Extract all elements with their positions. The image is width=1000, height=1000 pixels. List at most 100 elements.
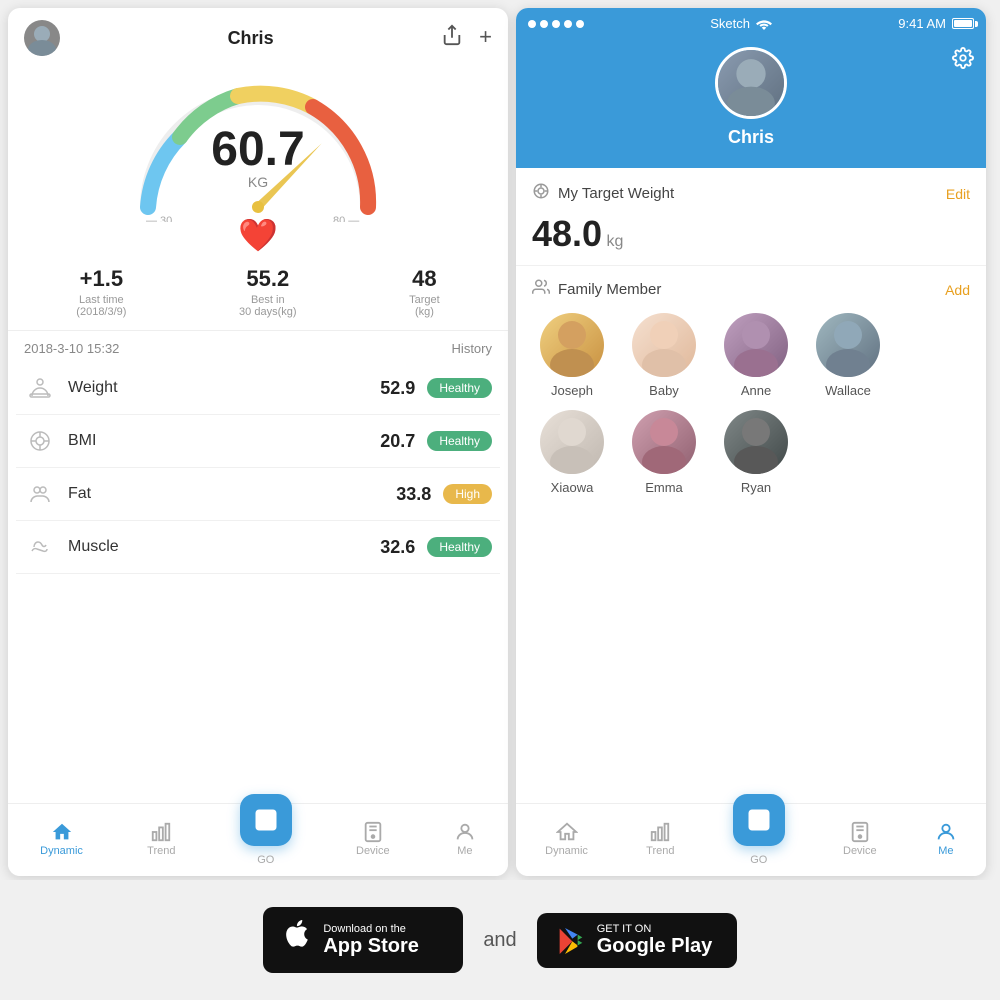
and-text: and: [463, 929, 536, 952]
nav-dynamic[interactable]: Dynamic: [40, 821, 83, 857]
signal-dot-1: [528, 20, 536, 28]
share-icon[interactable]: [441, 24, 463, 52]
stat-best: 55.2 Best in30 days(kg): [239, 266, 296, 318]
signal-dot-4: [564, 20, 572, 28]
nav-me[interactable]: Me: [454, 821, 476, 857]
nav-r-dynamic-label: Dynamic: [545, 845, 588, 857]
profile-avatar: [715, 47, 787, 119]
target-header: My Target Weight Edit: [532, 182, 970, 205]
family-member-joseph[interactable]: Joseph: [532, 313, 612, 398]
member-name-wallace: Wallace: [825, 383, 871, 398]
edit-button[interactable]: Edit: [946, 186, 970, 202]
battery-fill: [954, 20, 972, 27]
stat-target-label: Target(kg): [409, 294, 440, 318]
profile-avatar-image: [718, 50, 784, 116]
family-member-wallace[interactable]: Wallace: [808, 313, 888, 398]
go-button-right[interactable]: [733, 794, 785, 846]
google-play-button[interactable]: GET IT ON Google Play: [537, 913, 737, 968]
target-icon: [532, 182, 550, 205]
family-header: Family Member Add: [532, 278, 970, 301]
stat-last-label: Last time(2018/3/9): [76, 294, 126, 318]
app-store-text: Download on the App Store: [323, 923, 419, 958]
nav-device[interactable]: Device: [356, 821, 390, 857]
svg-text:— 30: — 30: [146, 215, 172, 222]
bmi-label: BMI: [68, 432, 380, 450]
nav-r-trend-label: Trend: [646, 845, 674, 857]
network-label: Sketch: [710, 16, 750, 31]
go-button[interactable]: [240, 794, 292, 846]
app-store-button[interactable]: Download on the App Store: [263, 907, 463, 973]
profile-name: Chris: [728, 127, 774, 148]
app-store-top: Download on the: [323, 923, 419, 935]
target-title-row: My Target Weight: [532, 182, 674, 205]
nav-r-dynamic[interactable]: Dynamic: [545, 821, 588, 857]
member-name-anne: Anne: [741, 383, 771, 398]
member-avatar-baby: [632, 313, 696, 377]
status-time: 9:41 AM: [898, 16, 946, 31]
stat-best-value: 55.2: [239, 266, 296, 292]
nav-go[interactable]: GO: [240, 812, 292, 866]
profile-header: Chris: [516, 35, 986, 168]
phones-row: Chris +: [0, 0, 1000, 880]
weight-unit: KG: [248, 174, 268, 190]
nav-me-label: Me: [457, 845, 472, 857]
family-member-baby[interactable]: Baby: [624, 313, 704, 398]
target-weight-title: My Target Weight: [558, 185, 674, 202]
family-member-ryan[interactable]: Ryan: [716, 410, 796, 495]
family-grid: Joseph Baby Anne: [532, 313, 970, 495]
battery-icon: [952, 18, 974, 29]
avatar: [24, 20, 60, 56]
stat-best-label: Best in30 days(kg): [239, 294, 296, 318]
fat-label: Fat: [68, 485, 396, 503]
nav-r-go-label: GO: [750, 854, 767, 866]
member-avatar-emma: [632, 410, 696, 474]
target-unit: kg: [607, 233, 624, 250]
add-icon[interactable]: +: [479, 24, 492, 52]
app-store-row: Download on the App Store and GET IT ON …: [0, 880, 1000, 1000]
nav-trend-label: Trend: [147, 845, 175, 857]
family-member-xiaowa[interactable]: Xiaowa: [532, 410, 612, 495]
nav-r-me[interactable]: Me: [935, 821, 957, 857]
bmi-badge: Healthy: [427, 431, 492, 451]
muscle-value: 32.6: [380, 537, 415, 558]
nav-trend[interactable]: Trend: [147, 821, 175, 857]
member-avatar-anne: [724, 313, 788, 377]
play-icon: [555, 924, 587, 956]
left-header: Chris +: [8, 8, 508, 64]
google-play-text: GET IT ON Google Play: [597, 923, 713, 958]
member-avatar-ryan: [724, 410, 788, 474]
nav-dynamic-label: Dynamic: [40, 845, 83, 857]
apple-icon: [281, 917, 313, 963]
signal-dot-5: [576, 20, 584, 28]
measurement-date: 2018-3-10 15:32: [24, 341, 119, 356]
fat-badge: High: [443, 484, 492, 504]
app-container: Chris +: [0, 0, 1000, 1000]
nav-r-go[interactable]: GO: [733, 812, 785, 866]
family-title-row: Family Member: [532, 278, 661, 301]
bottom-nav-left: Dynamic Trend GO Device: [8, 803, 508, 876]
family-member-emma[interactable]: Emma: [624, 410, 704, 495]
weight-badge: Healthy: [427, 378, 492, 398]
signal-dot-2: [540, 20, 548, 28]
nav-r-me-label: Me: [938, 845, 953, 857]
header-actions: +: [441, 24, 492, 52]
signal-dots: [528, 20, 584, 28]
add-member-button[interactable]: Add: [945, 282, 970, 298]
nav-go-label: GO: [257, 854, 274, 866]
date-history-row: 2018-3-10 15:32 History: [8, 331, 508, 362]
nav-r-device-label: Device: [843, 845, 877, 857]
svg-text:80 —: 80 —: [333, 215, 359, 222]
family-member-anne[interactable]: Anne: [716, 313, 796, 398]
target-weight-value: 48.0 kg: [532, 213, 970, 255]
nav-r-device[interactable]: Device: [843, 821, 877, 857]
stat-target-value: 48: [409, 266, 440, 292]
fat-icon: [24, 478, 56, 510]
gauge-section: — 30 80 — 60.7 KG ❤️: [8, 64, 508, 258]
list-item: BMI 20.7 Healthy: [16, 415, 500, 468]
gear-icon[interactable]: [952, 47, 974, 75]
member-avatar-wallace: [816, 313, 880, 377]
list-item: Weight 52.9 Healthy: [16, 362, 500, 415]
nav-r-trend[interactable]: Trend: [646, 821, 674, 857]
history-link[interactable]: History: [452, 341, 492, 356]
google-play-main: Google Play: [597, 935, 713, 958]
